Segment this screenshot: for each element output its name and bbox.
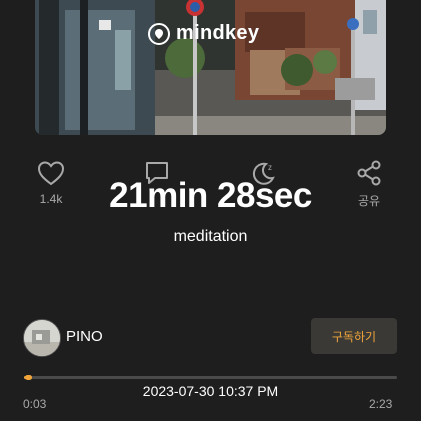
mindkey-logo-icon bbox=[148, 22, 170, 45]
brand-logo: mindkey bbox=[148, 22, 259, 45]
svg-text:z: z bbox=[268, 163, 272, 172]
progress-thumb[interactable] bbox=[25, 375, 32, 380]
street-photo bbox=[35, 0, 386, 135]
author-avatar[interactable] bbox=[23, 319, 61, 357]
subscribe-button[interactable]: 구독하기 bbox=[311, 318, 397, 354]
author-name[interactable]: PINO bbox=[66, 328, 103, 345]
avatar-image bbox=[24, 320, 60, 356]
recorded-date: 2023-07-30 10:37 PM bbox=[142, 383, 279, 399]
total-time: 2:23 bbox=[369, 397, 393, 411]
elapsed-time: 0:03 bbox=[23, 397, 47, 411]
session-duration: 21min 28sec bbox=[109, 176, 312, 215]
session-category: meditation bbox=[173, 228, 248, 245]
brand-name: mindkey bbox=[176, 22, 260, 44]
cover-image bbox=[35, 0, 386, 135]
progress-track[interactable] bbox=[24, 375, 397, 380]
